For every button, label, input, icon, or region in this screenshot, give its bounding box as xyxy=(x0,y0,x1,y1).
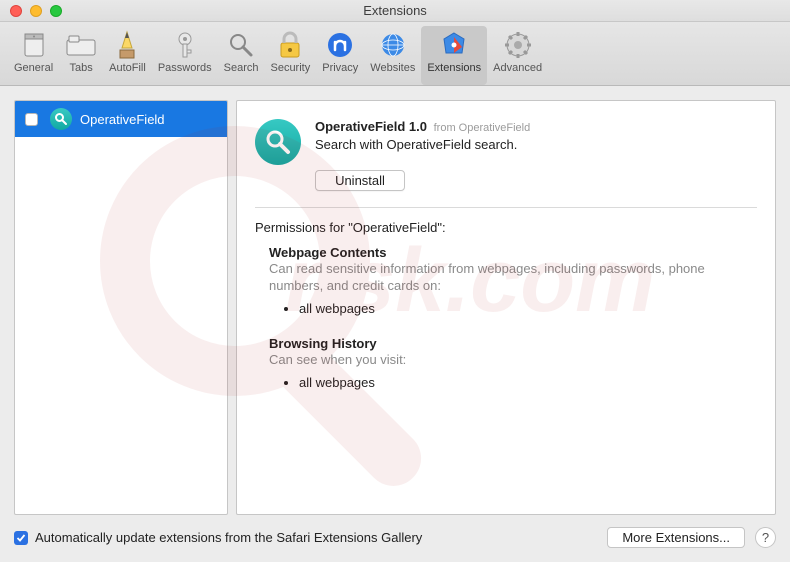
tab-general[interactable]: General xyxy=(8,26,59,85)
auto-update-checkbox[interactable] xyxy=(14,531,28,545)
titlebar: Extensions xyxy=(0,0,790,22)
websites-icon xyxy=(377,29,409,61)
tab-extensions[interactable]: Extensions xyxy=(421,26,487,85)
extension-title: OperativeField 1.0 from OperativeField xyxy=(315,119,530,134)
more-extensions-button[interactable]: More Extensions... xyxy=(607,527,745,548)
extensions-sidebar: OperativeField xyxy=(14,100,228,515)
extension-title-text: OperativeField 1.0 xyxy=(315,119,427,134)
tab-security[interactable]: Security xyxy=(264,26,316,85)
permission-browsing-history: Browsing History Can see when you visit:… xyxy=(269,336,757,396)
permission-item: all webpages xyxy=(299,301,757,316)
extension-row[interactable]: OperativeField xyxy=(15,101,227,137)
extensions-icon xyxy=(438,29,470,61)
privacy-icon xyxy=(324,29,356,61)
permission-description: Can see when you visit: xyxy=(269,352,737,369)
window-title: Extensions xyxy=(363,3,427,18)
permission-webpage-contents: Webpage Contents Can read sensitive info… xyxy=(269,245,757,322)
tab-autofill[interactable]: AutoFill xyxy=(103,26,152,85)
content-area: OperativeField OperativeField 1.0 from O… xyxy=(0,86,790,562)
auto-update-label: Automatically update extensions from the… xyxy=(35,530,422,545)
tab-tabs[interactable]: Tabs xyxy=(59,26,103,85)
footer: Automatically update extensions from the… xyxy=(14,527,776,548)
tab-privacy[interactable]: Privacy xyxy=(316,26,364,85)
preferences-toolbar: General Tabs AutoFill Passwords Search S… xyxy=(0,22,790,86)
tab-advanced[interactable]: Advanced xyxy=(487,26,548,85)
tab-websites[interactable]: Websites xyxy=(364,26,421,85)
security-icon xyxy=(274,29,306,61)
extension-large-icon xyxy=(255,119,301,165)
divider xyxy=(255,207,757,208)
maximize-button[interactable] xyxy=(50,5,62,17)
permission-description: Can read sensitive information from webp… xyxy=(269,261,737,295)
permission-heading: Webpage Contents xyxy=(269,245,757,260)
permissions-heading: Permissions for "OperativeField": xyxy=(255,220,757,235)
extension-enable-checkbox[interactable] xyxy=(25,113,38,126)
permission-item: all webpages xyxy=(299,375,757,390)
permission-heading: Browsing History xyxy=(269,336,757,351)
traffic-lights xyxy=(10,5,62,17)
extension-description: Search with OperativeField search. xyxy=(315,137,530,152)
extension-detail: OperativeField 1.0 from OperativeField S… xyxy=(236,100,776,515)
general-icon xyxy=(18,29,50,61)
help-button[interactable]: ? xyxy=(755,527,776,548)
autofill-icon xyxy=(111,29,143,61)
passwords-icon xyxy=(169,29,201,61)
close-button[interactable] xyxy=(10,5,22,17)
extension-author: from OperativeField xyxy=(434,122,531,134)
minimize-button[interactable] xyxy=(30,5,42,17)
advanced-icon xyxy=(502,29,534,61)
tab-passwords[interactable]: Passwords xyxy=(152,26,218,85)
search-icon xyxy=(225,29,257,61)
tabs-icon xyxy=(65,29,97,61)
tab-search[interactable]: Search xyxy=(218,26,265,85)
extension-icon xyxy=(50,108,72,130)
extension-name: OperativeField xyxy=(80,112,165,127)
uninstall-button[interactable]: Uninstall xyxy=(315,170,405,191)
